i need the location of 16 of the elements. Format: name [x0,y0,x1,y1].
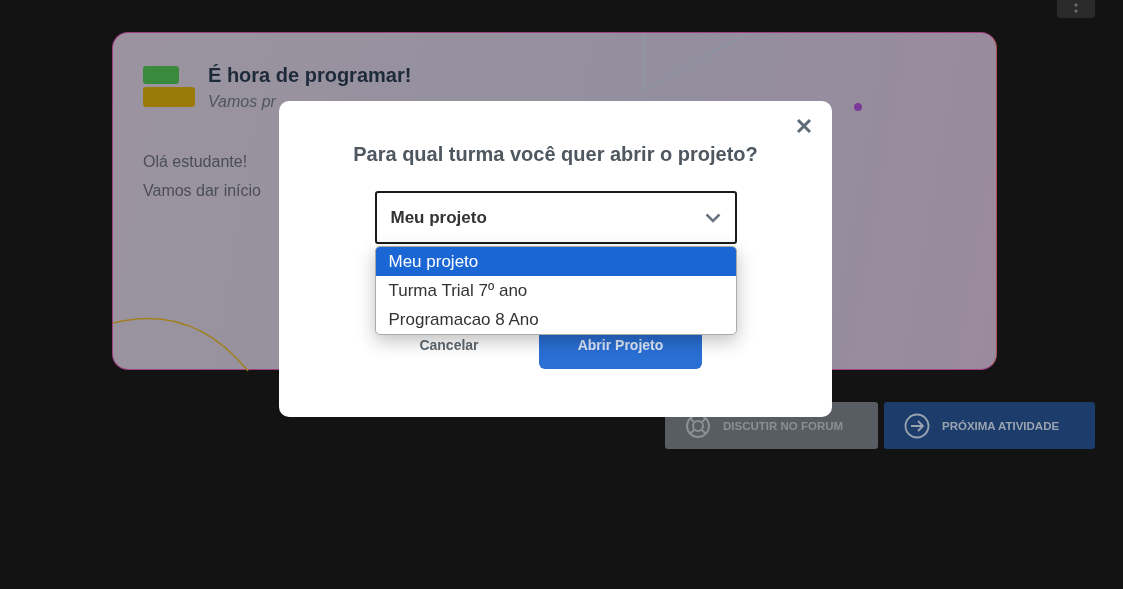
next-activity-button[interactable]: PRÓXIMA ATIVIDADE [884,402,1095,449]
more-icon [1074,3,1078,15]
card-text: Olá estudante! [143,152,248,172]
dropdown-option[interactable]: Meu projeto [375,247,736,276]
card-text: Vamos dar início [143,181,261,201]
close-button[interactable] [796,118,812,134]
close-icon [796,118,812,134]
cancel-button[interactable]: Cancelar [399,336,499,354]
dialog-title: Para qual turma você quer abrir o projeto? [353,143,758,166]
arrow-circle-icon [904,412,930,439]
card-subtitle: Vamos pr [208,93,278,111]
class-select[interactable]: Meu projeto [374,191,737,244]
blocks-icon [143,66,195,107]
dropdown-option[interactable]: Turma Trial 7º ano [375,276,736,305]
chevron-down-icon [704,212,721,223]
card-title: É hora de programar! [208,64,412,87]
